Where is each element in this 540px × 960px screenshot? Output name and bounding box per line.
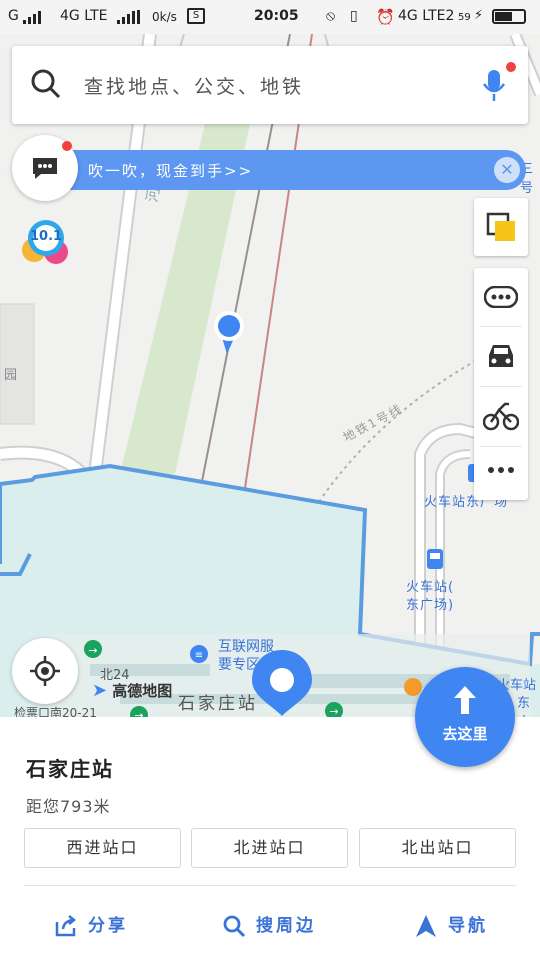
search-nearby-button[interactable]: 搜周边 <box>222 911 316 941</box>
more-icon[interactable] <box>487 466 515 474</box>
signal-icon-2 <box>116 10 146 28</box>
search-nearby-icon <box>223 915 246 938</box>
map-label-garden: 园 <box>4 368 18 383</box>
layers-icon <box>486 212 515 241</box>
layers-button[interactable] <box>474 198 528 256</box>
more-services-icon[interactable] <box>484 286 518 308</box>
mute-icon: ⦸ <box>326 8 336 24</box>
service-icon: ≡ <box>190 645 208 663</box>
place-distance: 距您793米 <box>26 797 111 816</box>
entrance-button-west[interactable]: 西进站口 <box>24 828 181 868</box>
search-nearby-label: 搜周边 <box>256 916 316 936</box>
locate-icon <box>30 656 60 686</box>
navigate-button[interactable]: 导航 <box>414 911 488 941</box>
charging-icon: ⚡ <box>474 8 484 23</box>
map-view[interactable]: → → → ≡ 河 园 地铁1号线 火车站东广场 火车站( 东广场) 互联网服 … <box>0 34 540 717</box>
go-here-label: 去这里 <box>442 725 488 743</box>
mic-notification-dot <box>506 62 516 72</box>
battery-icon <box>492 9 526 24</box>
message-notification-dot <box>62 141 72 151</box>
place-title: 石家庄站 <box>26 757 114 781</box>
carrier-label: G <box>8 8 19 24</box>
search-icon <box>31 69 61 99</box>
signal-icon <box>22 10 52 28</box>
selected-poi-pin[interactable] <box>250 646 314 717</box>
alarm-icon: ⏰ <box>376 8 395 26</box>
exit-button-north[interactable]: 北出站口 <box>359 828 516 868</box>
network-label: 4G LTE <box>60 8 108 24</box>
share-icon <box>55 915 77 937</box>
svg-text:→: → <box>134 709 143 717</box>
share-button[interactable]: 分享 <box>54 911 128 941</box>
microphone-icon[interactable] <box>482 68 506 102</box>
share-label: 分享 <box>88 916 128 936</box>
message-icon <box>33 158 57 179</box>
vibrate-icon: ▯ <box>350 8 358 24</box>
entrance-icon: → <box>84 640 102 658</box>
navigate-icon <box>416 915 436 937</box>
close-icon[interactable]: ✕ <box>494 157 520 183</box>
taxi-icon[interactable] <box>485 341 517 371</box>
message-button[interactable] <box>12 135 78 201</box>
speed-label: 0k/s <box>152 10 177 24</box>
current-location-marker <box>213 310 245 354</box>
navigate-label: 导航 <box>448 916 488 936</box>
promo-banner[interactable]: 吹一吹，现金到手>> ✕ <box>70 150 526 190</box>
svg-text:→: → <box>329 705 338 717</box>
map-label-right-2: 东广 <box>517 696 531 717</box>
bus-stop-icon <box>427 549 443 569</box>
route-arrow-icon <box>454 686 476 714</box>
search-bar[interactable]: 查找地点、公交、地铁 <box>12 46 528 124</box>
holiday-badge-label: 10.1 <box>30 229 63 244</box>
entrance-button-north[interactable]: 北进站口 <box>191 828 348 868</box>
poi-icon <box>404 678 422 696</box>
locate-button[interactable] <box>12 638 78 704</box>
tool-panel <box>474 268 528 500</box>
battery-percent: 59 <box>458 12 471 23</box>
holiday-badge[interactable]: 10.1 <box>20 218 70 270</box>
map-canvas: → → → ≡ <box>0 34 540 717</box>
card-divider <box>24 885 516 886</box>
clock: 20:05 <box>254 8 299 24</box>
promo-banner-text[interactable]: 吹一吹，现金到手>> <box>88 160 253 181</box>
svg-text:→: → <box>88 644 97 657</box>
screenshot-icon: S <box>187 8 205 24</box>
go-here-button[interactable]: 去这里 <box>415 667 515 767</box>
status-bar: G 4G LTE 0k/s S 20:05 ⦸ ▯ ⏰ 4G LTE2 59 ⚡ <box>0 0 540 34</box>
bike-icon[interactable] <box>483 400 519 432</box>
map-label-south: 检票口南20-21 <box>14 706 97 717</box>
search-input[interactable]: 查找地点、公交、地铁 <box>84 72 304 99</box>
amap-logo: ➤ 高德地图 <box>92 680 173 701</box>
map-label-station: 石家庄站 <box>178 694 258 714</box>
map-label-station-east-2: 东广场) <box>406 598 455 613</box>
amap-arrow-icon: ➤ <box>92 680 108 701</box>
map-label-station-east: 火车站( <box>406 580 455 595</box>
network-label-2: 4G LTE2 <box>398 8 455 24</box>
svg-text:≡: ≡ <box>195 650 203 661</box>
